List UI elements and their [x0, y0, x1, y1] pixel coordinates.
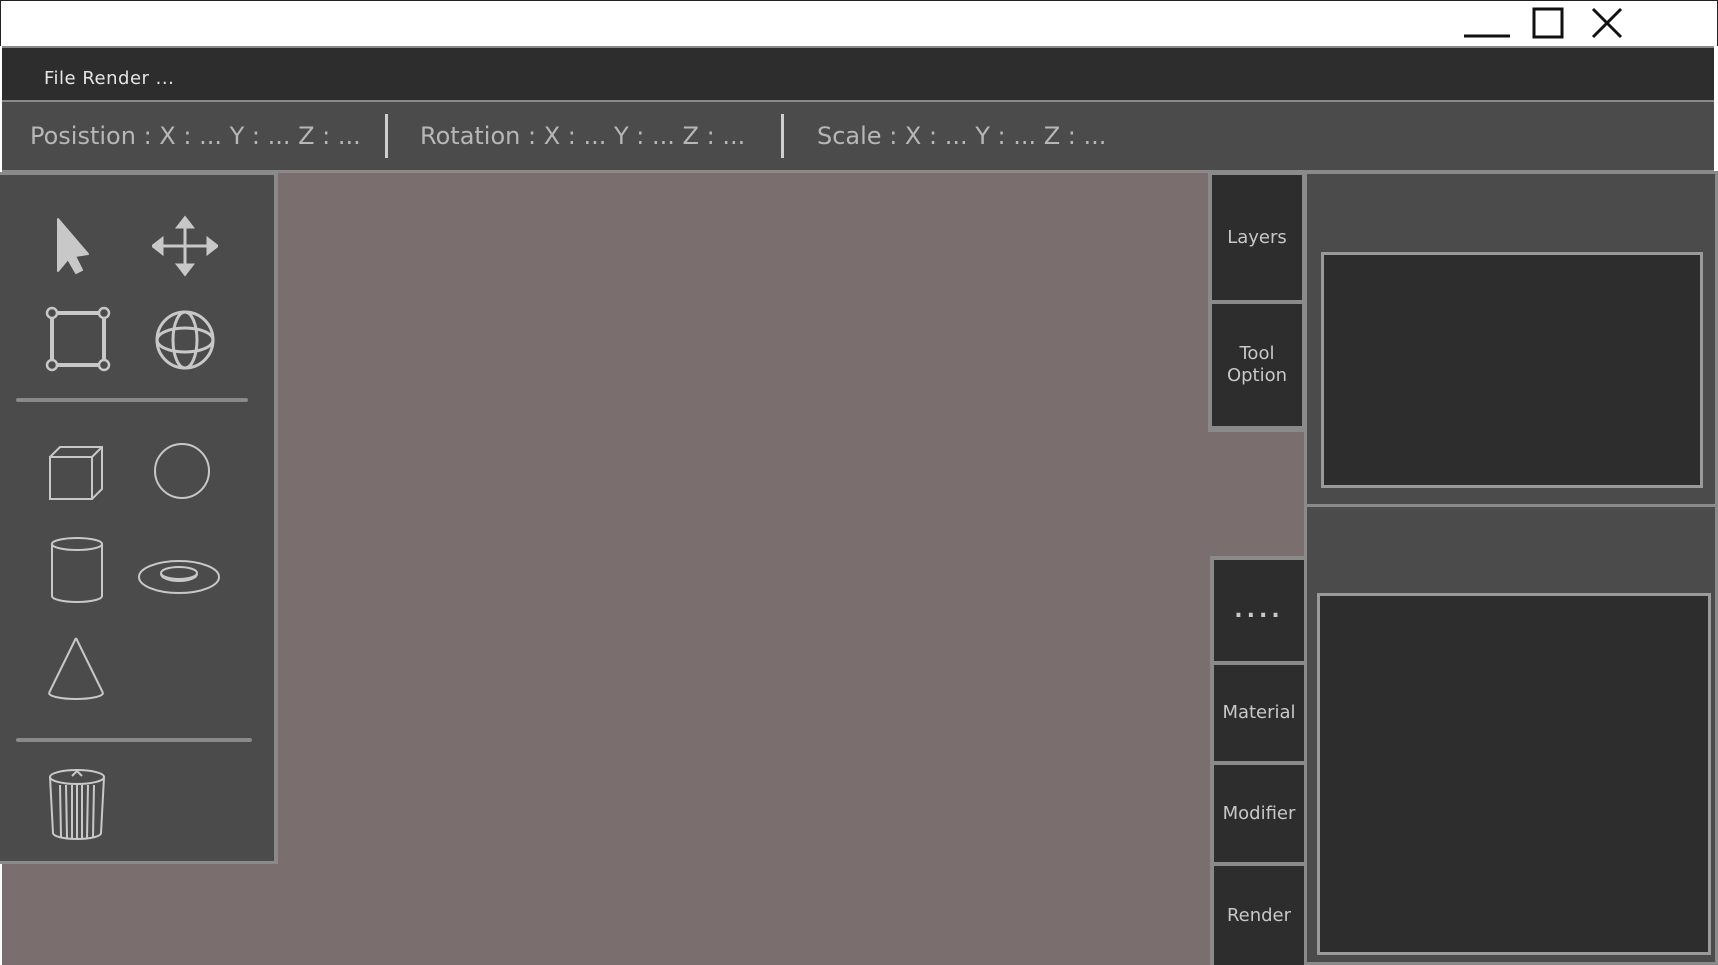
transform-bar: Posistion : X : ... Y : ... Z : ... Rota… — [2, 102, 1714, 173]
maximize-button[interactable] — [1523, 1, 1575, 46]
separator — [781, 114, 784, 158]
move-tool[interactable] — [150, 215, 220, 281]
menu-bar: File Render ... — [2, 46, 1714, 102]
scale-box-icon — [45, 306, 111, 372]
toolbox — [0, 172, 278, 864]
tab-tool-option[interactable]: Tool Option — [1212, 304, 1302, 426]
minimize-icon — [1464, 34, 1510, 38]
minimize-button[interactable] — [1461, 1, 1513, 46]
cylinder-icon — [51, 537, 103, 603]
tool-divider — [16, 398, 248, 402]
cube-tool[interactable] — [46, 443, 108, 507]
position-readout[interactable]: Posistion : X : ... Y : ... Z : ... — [30, 122, 361, 150]
rotate-globe-icon — [155, 310, 215, 370]
move-icon — [150, 215, 220, 277]
bottom-panel-content[interactable] — [1317, 593, 1711, 955]
bottom-right-panel — [1304, 504, 1718, 965]
cube-icon — [49, 446, 103, 500]
tab-material[interactable]: Material — [1214, 665, 1304, 761]
tab-more[interactable]: .... — [1214, 560, 1304, 661]
scale-readout[interactable]: Scale : X : ... Y : ... Z : ... — [817, 122, 1106, 150]
sphere-icon — [154, 443, 210, 499]
top-panel-content[interactable] — [1321, 252, 1703, 488]
menu-items[interactable]: File Render ... — [44, 68, 174, 89]
rotate-tool[interactable] — [152, 307, 218, 377]
torus-tool[interactable] — [136, 555, 222, 603]
title-bar — [0, 0, 1718, 46]
cone-tool[interactable] — [46, 635, 106, 707]
select-tool[interactable] — [46, 215, 100, 281]
scale-tool[interactable] — [44, 305, 112, 377]
cylinder-tool[interactable] — [48, 535, 106, 609]
separator — [385, 114, 388, 158]
app-window: File Render ... Posistion : X : ... Y : … — [0, 0, 1718, 965]
torus-icon — [138, 560, 220, 594]
tab-modifier[interactable]: Modifier — [1214, 765, 1304, 862]
cone-icon — [48, 637, 104, 700]
maximize-icon — [1532, 7, 1564, 39]
tab-layers[interactable]: Layers — [1212, 175, 1302, 300]
close-button[interactable] — [1581, 1, 1633, 46]
tab-render[interactable]: Render — [1214, 866, 1304, 965]
top-right-panel — [1304, 171, 1718, 507]
sphere-tool[interactable] — [152, 441, 212, 505]
select-arrow-icon — [57, 218, 89, 274]
rotation-readout[interactable]: Rotation : X : ... Y : ... Z : ... — [420, 122, 745, 150]
close-icon — [1591, 7, 1623, 39]
delete-tool[interactable] — [46, 767, 108, 845]
tool-divider — [16, 738, 252, 742]
trash-icon — [49, 769, 105, 840]
